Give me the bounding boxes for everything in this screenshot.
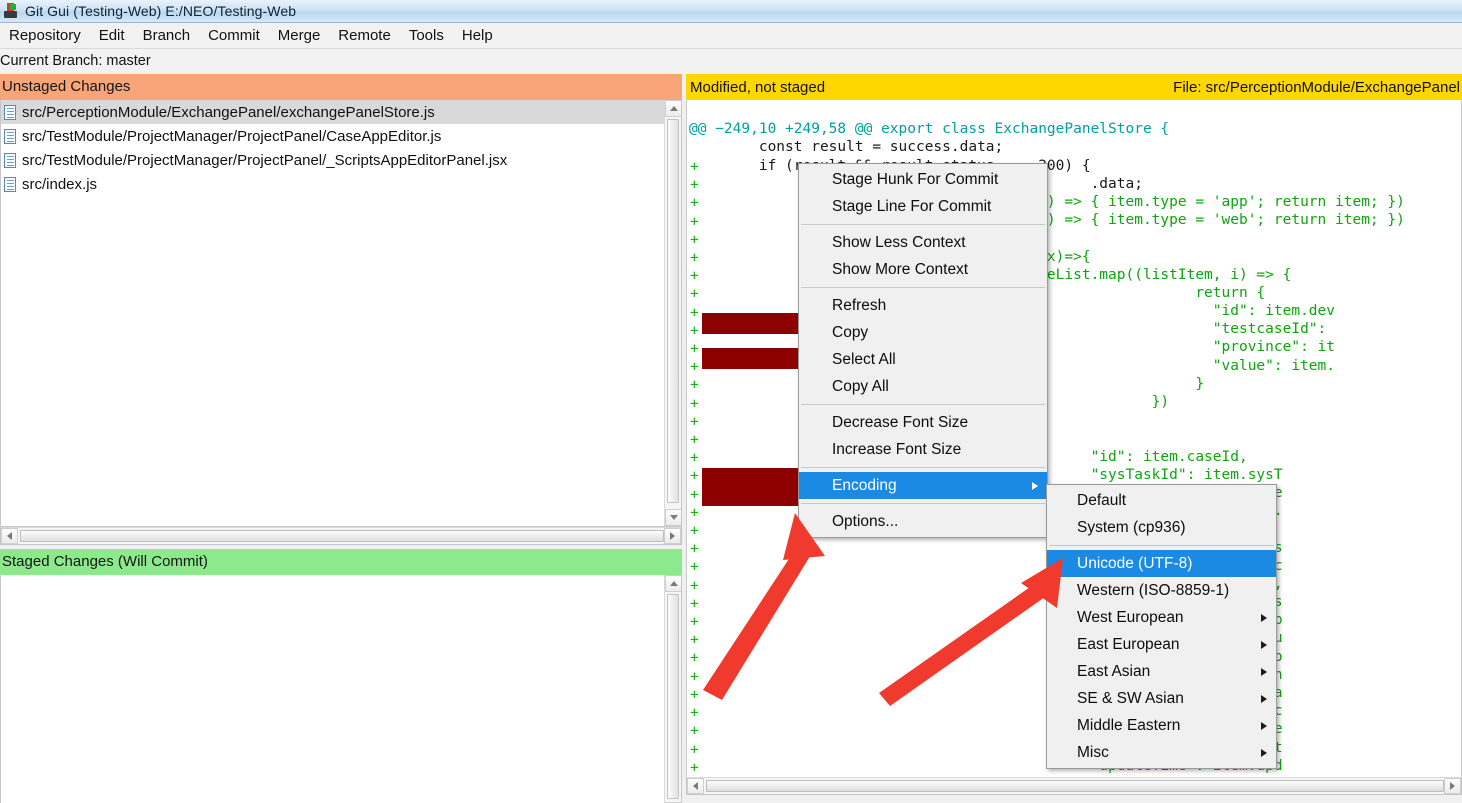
git-gui-window: Git Gui (Testing-Web) E:/NEO/Testing-Web… bbox=[0, 0, 1462, 803]
enc-middle-eastern-label: Middle Eastern bbox=[1077, 717, 1181, 734]
list-item[interactable]: src/TestModule/ProjectManager/ProjectPan… bbox=[1, 124, 664, 148]
ctx-increase-font-size[interactable]: Increase Font Size bbox=[799, 436, 1047, 463]
menu-help[interactable]: Help bbox=[453, 25, 502, 47]
ctx-options[interactable]: Options... bbox=[799, 508, 1047, 535]
staged-file-list[interactable] bbox=[0, 575, 682, 803]
window-title: Git Gui (Testing-Web) E:/NEO/Testing-Web bbox=[25, 3, 297, 19]
menu-separator bbox=[801, 224, 1045, 225]
enc-east-european[interactable]: East European bbox=[1047, 631, 1276, 658]
diff-hunk-header: @@ −249,10 +249,58 @@ export class Excha… bbox=[689, 121, 1170, 138]
diff-line: const result = success.data; bbox=[689, 139, 1004, 156]
chevron-right-icon bbox=[1261, 748, 1267, 757]
list-item[interactable]: src/index.js bbox=[1, 172, 664, 196]
diff-gutter-plus-markers: + + + + + + + + + + + + + + + + + + + + … bbox=[690, 159, 699, 776]
left-panel: Unstaged Changes src/PerceptionModule/Ex… bbox=[0, 74, 682, 803]
ctx-show-more-context[interactable]: Show More Context bbox=[799, 256, 1047, 283]
menu-commit[interactable]: Commit bbox=[199, 25, 269, 47]
ctx-select-all[interactable]: Select All bbox=[799, 346, 1047, 373]
enc-se-sw-asian-label: SE & SW Asian bbox=[1077, 690, 1184, 707]
menu-merge[interactable]: Merge bbox=[269, 25, 330, 47]
scroll-thumb[interactable] bbox=[706, 780, 1444, 792]
enc-misc-label: Misc bbox=[1077, 744, 1109, 761]
enc-east-european-label: East European bbox=[1077, 636, 1180, 653]
enc-se-sw-asian[interactable]: SE & SW Asian bbox=[1047, 685, 1276, 712]
chevron-right-icon bbox=[1032, 481, 1038, 490]
diff-context-menu[interactable]: Stage Hunk For Commit Stage Line For Com… bbox=[798, 163, 1048, 538]
scroll-thumb[interactable] bbox=[20, 530, 664, 542]
diff-horizontal-scrollbar[interactable] bbox=[686, 777, 1462, 795]
git-gui-icon bbox=[3, 3, 19, 19]
menu-tools[interactable]: Tools bbox=[400, 25, 453, 47]
enc-west-european[interactable]: West European bbox=[1047, 604, 1276, 631]
enc-west-european-label: West European bbox=[1077, 609, 1184, 626]
file-name: src/index.js bbox=[22, 175, 98, 193]
diff-file-label: File: src/PerceptionModule/ExchangePanel bbox=[1173, 78, 1460, 96]
menu-branch[interactable]: Branch bbox=[134, 25, 200, 47]
menu-separator bbox=[801, 287, 1045, 288]
chevron-right-icon bbox=[1261, 667, 1267, 676]
chevron-right-icon bbox=[1261, 694, 1267, 703]
menu-bar: Repository Edit Branch Commit Merge Remo… bbox=[0, 23, 1462, 49]
enc-system-cp936[interactable]: System (cp936) bbox=[1047, 514, 1276, 541]
ctx-encoding-label: Encoding bbox=[832, 477, 897, 494]
file-name: src/TestModule/ProjectManager/ProjectPan… bbox=[22, 127, 442, 145]
encoding-submenu[interactable]: Default System (cp936) Unicode (UTF-8) W… bbox=[1046, 484, 1277, 769]
chevron-right-icon bbox=[1261, 640, 1267, 649]
file-name: src/PerceptionModule/ExchangePanel/excha… bbox=[22, 103, 435, 121]
enc-middle-eastern[interactable]: Middle Eastern bbox=[1047, 712, 1276, 739]
menu-remote[interactable]: Remote bbox=[329, 25, 400, 47]
ctx-stage-hunk-for-commit[interactable]: Stage Hunk For Commit bbox=[799, 166, 1047, 193]
staged-file-rows bbox=[1, 575, 664, 803]
scroll-left-icon[interactable] bbox=[1, 528, 18, 544]
ctx-stage-line-for-commit[interactable]: Stage Line For Commit bbox=[799, 193, 1047, 220]
chevron-right-icon bbox=[1261, 721, 1267, 730]
scroll-thumb[interactable] bbox=[667, 594, 679, 799]
scroll-right-icon[interactable] bbox=[664, 528, 681, 544]
file-icon bbox=[4, 128, 16, 144]
scroll-up-icon[interactable] bbox=[665, 100, 681, 117]
scroll-thumb[interactable] bbox=[667, 119, 679, 503]
unstaged-file-rows: src/PerceptionModule/ExchangePanel/excha… bbox=[1, 100, 664, 526]
menu-separator bbox=[1049, 545, 1274, 546]
unstaged-horizontal-scrollbar[interactable] bbox=[0, 527, 682, 545]
file-name: src/TestModule/ProjectManager/ProjectPan… bbox=[22, 151, 508, 169]
file-icon bbox=[4, 176, 16, 192]
file-icon bbox=[4, 104, 16, 120]
current-branch-label: Current Branch: master bbox=[0, 53, 151, 69]
ctx-encoding[interactable]: Encoding bbox=[799, 472, 1047, 499]
scroll-left-icon[interactable] bbox=[687, 778, 704, 794]
scroll-right-icon[interactable] bbox=[1444, 778, 1461, 794]
chevron-right-icon bbox=[1261, 613, 1267, 622]
current-branch-bar: Current Branch: master bbox=[0, 49, 1462, 73]
list-item[interactable]: src/TestModule/ProjectManager/ProjectPan… bbox=[1, 148, 664, 172]
menu-separator bbox=[801, 404, 1045, 405]
enc-default[interactable]: Default bbox=[1047, 487, 1276, 514]
menu-separator bbox=[801, 467, 1045, 468]
ctx-refresh[interactable]: Refresh bbox=[799, 292, 1047, 319]
enc-western-iso-8859-1[interactable]: Western (ISO-8859-1) bbox=[1047, 577, 1276, 604]
scroll-down-icon[interactable] bbox=[665, 509, 681, 526]
diff-status-label: Modified, not staged bbox=[690, 78, 826, 96]
staged-changes-header: Staged Changes (Will Commit) bbox=[0, 549, 682, 575]
enc-unicode-utf8[interactable]: Unicode (UTF-8) bbox=[1047, 550, 1276, 577]
title-bar: Git Gui (Testing-Web) E:/NEO/Testing-Web bbox=[0, 0, 1462, 23]
list-item[interactable]: src/PerceptionModule/ExchangePanel/excha… bbox=[1, 100, 664, 124]
file-icon bbox=[4, 152, 16, 168]
menu-edit[interactable]: Edit bbox=[90, 25, 134, 47]
ctx-show-less-context[interactable]: Show Less Context bbox=[799, 229, 1047, 256]
enc-east-asian[interactable]: East Asian bbox=[1047, 658, 1276, 685]
unstaged-changes-header: Unstaged Changes bbox=[0, 74, 682, 100]
unstaged-file-list[interactable]: src/PerceptionModule/ExchangePanel/excha… bbox=[0, 100, 682, 527]
unstaged-vertical-scrollbar[interactable] bbox=[664, 100, 681, 526]
scroll-up-icon[interactable] bbox=[665, 575, 681, 592]
enc-misc[interactable]: Misc bbox=[1047, 739, 1276, 766]
diff-status-bar: Modified, not staged File: src/Perceptio… bbox=[686, 74, 1462, 100]
menu-separator bbox=[801, 503, 1045, 504]
staged-vertical-scrollbar[interactable] bbox=[664, 575, 681, 803]
ctx-copy[interactable]: Copy bbox=[799, 319, 1047, 346]
enc-east-asian-label: East Asian bbox=[1077, 663, 1151, 680]
ctx-decrease-font-size[interactable]: Decrease Font Size bbox=[799, 409, 1047, 436]
ctx-copy-all[interactable]: Copy All bbox=[799, 373, 1047, 400]
menu-repository[interactable]: Repository bbox=[0, 25, 90, 47]
